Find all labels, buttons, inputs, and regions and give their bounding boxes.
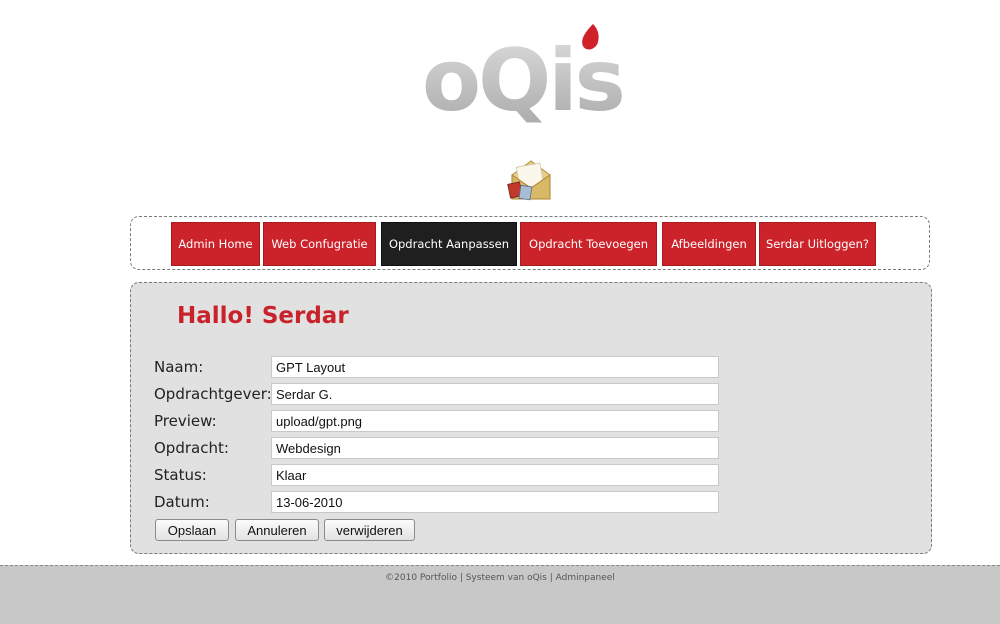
datum-input[interactable] [271, 491, 719, 513]
nav-item-opdracht-aanpassen[interactable]: Opdracht Aanpassen [381, 222, 517, 266]
delete-button[interactable]: verwijderen [324, 519, 415, 541]
status-input[interactable] [271, 464, 719, 486]
main-navigation: Admin Home Web Confugratie Opdracht Aanp… [130, 216, 930, 270]
naam-input[interactable] [271, 356, 719, 378]
page-title: Hallo! Serdar [177, 303, 349, 329]
opdracht-input[interactable] [271, 437, 719, 459]
preview-label: Preview: [154, 412, 217, 430]
footer-text: ©2010 Portfolio | Systeem van oQis | Adm… [385, 573, 615, 583]
preview-input[interactable] [271, 410, 719, 432]
oqis-logo: oQis [422, 24, 626, 131]
cancel-button[interactable]: Annuleren [235, 519, 319, 541]
save-button[interactable]: Opslaan [155, 519, 229, 541]
edit-assignment-panel: Hallo! Serdar Naam: Opdrachtgever: Previ… [130, 282, 932, 554]
nav-item-afbeeldingen[interactable]: Afbeeldingen [662, 222, 756, 266]
footer: ©2010 Portfolio | Systeem van oQis | Adm… [0, 565, 1000, 624]
mail-envelope-icon [507, 160, 551, 201]
opdrachtgever-input[interactable] [271, 383, 719, 405]
nav-item-serdar-uitloggen[interactable]: Serdar Uitloggen? [759, 222, 876, 266]
status-label: Status: [154, 466, 207, 484]
logo-red-dot [582, 24, 599, 50]
opdracht-label: Opdracht: [154, 439, 229, 457]
nav-item-admin-home[interactable]: Admin Home [171, 222, 260, 266]
nav-item-opdracht-toevoegen[interactable]: Opdracht Toevoegen [520, 222, 657, 266]
opdrachtgever-label: Opdrachtgever: [154, 385, 272, 403]
datum-label: Datum: [154, 493, 210, 511]
nav-item-web-configuratie[interactable]: Web Confugratie [263, 222, 376, 266]
naam-label: Naam: [154, 358, 204, 376]
